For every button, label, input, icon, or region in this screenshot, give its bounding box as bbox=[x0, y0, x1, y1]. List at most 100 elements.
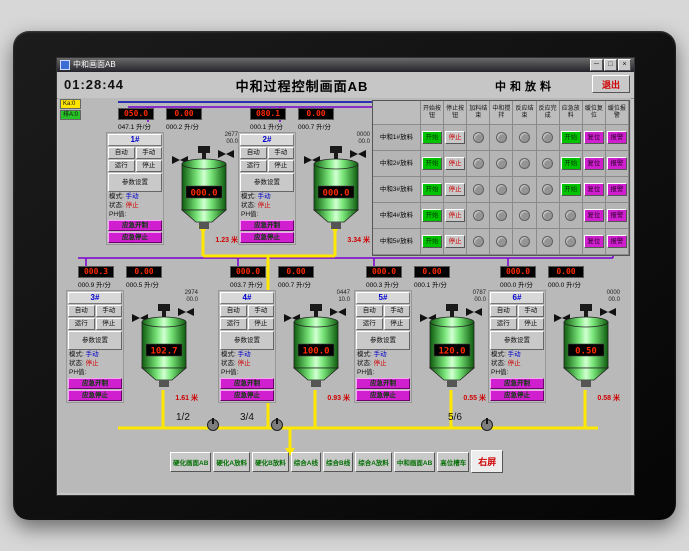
nav-button[interactable]: 中和画面AB bbox=[393, 451, 436, 472]
flow-setpoint-group: 000.0 000.0 升/分 bbox=[500, 266, 536, 290]
aux-readout: 00.0 bbox=[474, 297, 486, 303]
status-label: 状态: bbox=[241, 202, 256, 209]
feed-start-button[interactable]: 开始 bbox=[422, 183, 443, 196]
feed-row-label: 中和3#放料 bbox=[373, 177, 421, 203]
emergency-open-button[interactable]: 应急开制 bbox=[68, 378, 122, 389]
feed-stop-button[interactable]: 停止 bbox=[445, 131, 466, 144]
emergency-stop-button[interactable]: 应急停止 bbox=[220, 390, 274, 401]
stop-button[interactable]: 停止 bbox=[267, 160, 294, 172]
emergency-stop-button[interactable]: 应急停止 bbox=[68, 390, 122, 401]
emergency-open-button[interactable]: 应急开制 bbox=[490, 378, 544, 389]
auto-button[interactable]: 自动 bbox=[68, 305, 95, 317]
feed-alarm-button[interactable]: 报警 bbox=[606, 209, 627, 222]
feed-stop-button[interactable]: 停止 bbox=[445, 209, 466, 222]
nav-button[interactable]: 综合A线 bbox=[290, 451, 321, 472]
nav-button[interactable]: 硬化B放料 bbox=[252, 451, 289, 472]
feed-stop-button[interactable]: 停止 bbox=[445, 157, 466, 170]
manual-button[interactable]: 手动 bbox=[95, 305, 122, 317]
emergency-stop-button[interactable]: 应急停止 bbox=[356, 390, 410, 401]
feed-reset-button[interactable]: 复位 bbox=[583, 157, 604, 170]
right-screen-button[interactable]: 右屏 bbox=[471, 450, 504, 473]
feed-table-column-header: 缓位复位 bbox=[582, 101, 606, 125]
feed-start-button[interactable]: 开始 bbox=[422, 209, 443, 222]
mode-line: 模式: 手动 bbox=[356, 351, 410, 359]
manual-button[interactable]: 手动 bbox=[517, 305, 544, 317]
feed-stop-button[interactable]: 停止 bbox=[445, 183, 466, 196]
auto-button[interactable]: 自动 bbox=[108, 147, 135, 159]
run-button[interactable]: 运行 bbox=[490, 318, 517, 330]
status-line: 状态: 停止 bbox=[356, 360, 410, 368]
emergency-open-button[interactable]: 应急开制 bbox=[356, 378, 410, 389]
manual-button[interactable]: 手动 bbox=[267, 147, 294, 159]
outlet-stub bbox=[331, 222, 341, 229]
emergency-open-button[interactable]: 应急开制 bbox=[220, 378, 274, 389]
feed-cell: 开始 bbox=[559, 177, 583, 203]
feed-reset-button[interactable]: 复位 bbox=[583, 183, 604, 196]
feed-alarm-button[interactable]: 报警 bbox=[606, 131, 627, 144]
feed-reset-button[interactable]: 复位 bbox=[583, 235, 604, 248]
feed-discharge-start-button[interactable]: 开始 bbox=[560, 131, 581, 144]
feed-cell bbox=[536, 203, 560, 229]
manual-button[interactable]: 手动 bbox=[383, 305, 410, 317]
flow-readouts: 000.0 003.7 升/分 0.00 000.7 升/分 bbox=[230, 266, 360, 290]
run-button[interactable]: 运行 bbox=[220, 318, 247, 330]
nav-button[interactable]: 硬化A放料 bbox=[213, 451, 251, 472]
feed-reset-button[interactable]: 复位 bbox=[583, 209, 604, 222]
feed-discharge-start-button[interactable]: 开始 bbox=[560, 157, 581, 170]
run-button[interactable]: 运行 bbox=[240, 160, 267, 172]
feed-alarm-button[interactable]: 报警 bbox=[606, 157, 627, 170]
feed-alarm-button[interactable]: 报警 bbox=[606, 183, 627, 196]
mode-label: 模式: bbox=[69, 351, 84, 358]
params-button[interactable]: 参数设置 bbox=[108, 173, 162, 192]
stop-button[interactable]: 停止 bbox=[517, 318, 544, 330]
feed-cell bbox=[513, 151, 537, 177]
emergency-open-button[interactable]: 应急开制 bbox=[240, 220, 294, 231]
manual-button[interactable]: 手动 bbox=[247, 305, 274, 317]
feed-discharge-start-button[interactable]: 开始 bbox=[560, 183, 581, 196]
params-button[interactable]: 参数设置 bbox=[240, 173, 294, 192]
nav-button[interactable]: 高位槽车 bbox=[437, 451, 470, 472]
params-button[interactable]: 参数设置 bbox=[356, 331, 410, 350]
feed-alarm-button[interactable]: 报警 bbox=[606, 235, 627, 248]
params-button[interactable]: 参数设置 bbox=[220, 331, 274, 350]
feed-cell bbox=[513, 125, 537, 151]
close-button[interactable]: × bbox=[618, 59, 631, 71]
stop-button[interactable]: 停止 bbox=[135, 160, 162, 172]
emergency-stop-button[interactable]: 应急停止 bbox=[240, 232, 294, 243]
auto-button[interactable]: 自动 bbox=[356, 305, 383, 317]
feed-stop-button[interactable]: 停止 bbox=[445, 235, 466, 248]
nav-button[interactable]: 综合A放料 bbox=[355, 451, 392, 472]
auto-button[interactable]: 自动 bbox=[240, 147, 267, 159]
run-button[interactable]: 运行 bbox=[356, 318, 383, 330]
emergency-stop-button[interactable]: 应急停止 bbox=[490, 390, 544, 401]
emergency-stop-button[interactable]: 应急停止 bbox=[108, 232, 162, 243]
feed-start-button[interactable]: 开始 bbox=[422, 235, 443, 248]
auto-button[interactable]: 自动 bbox=[220, 305, 247, 317]
tank-lcd-value: 000.0 bbox=[322, 189, 349, 199]
stop-button[interactable]: 停止 bbox=[383, 318, 410, 330]
params-button[interactable]: 参数设置 bbox=[68, 331, 122, 350]
auto-button[interactable]: 自动 bbox=[490, 305, 517, 317]
tank-control-panel: 4# 自动 手动 运行 停止 参数设置 模式: 手动 状态: 停止 PH值: 应… bbox=[218, 290, 276, 403]
feed-start-button[interactable]: 开始 bbox=[422, 131, 443, 144]
manual-button[interactable]: 手动 bbox=[135, 147, 162, 159]
status-indicator-icon bbox=[542, 132, 554, 143]
nav-button[interactable]: 综合B线 bbox=[323, 451, 354, 472]
stop-button[interactable]: 停止 bbox=[95, 318, 122, 330]
exit-button[interactable]: 退出 bbox=[592, 75, 630, 93]
minimize-button[interactable]: ─ bbox=[590, 59, 603, 71]
feed-cell: 开始 bbox=[421, 203, 445, 229]
feed-cell: 报警 bbox=[605, 203, 629, 229]
feed-cell: 复位 bbox=[582, 203, 606, 229]
emergency-open-button[interactable]: 应急开制 bbox=[108, 220, 162, 231]
run-button[interactable]: 运行 bbox=[108, 160, 135, 172]
feed-reset-button[interactable]: 复位 bbox=[583, 131, 604, 144]
params-button[interactable]: 参数设置 bbox=[490, 331, 544, 350]
run-button[interactable]: 运行 bbox=[68, 318, 95, 330]
nav-button[interactable]: 硬化画面AB bbox=[170, 451, 212, 472]
mode-label: 模式: bbox=[357, 351, 372, 358]
stop-button[interactable]: 停止 bbox=[247, 318, 274, 330]
feed-start-button[interactable]: 开始 bbox=[422, 157, 443, 170]
tank-unit-1: 050.0 047.1 升/分 0.00 000.2 升/分 1# 自动 手动 … bbox=[106, 108, 248, 245]
maximize-button[interactable]: □ bbox=[604, 59, 617, 71]
